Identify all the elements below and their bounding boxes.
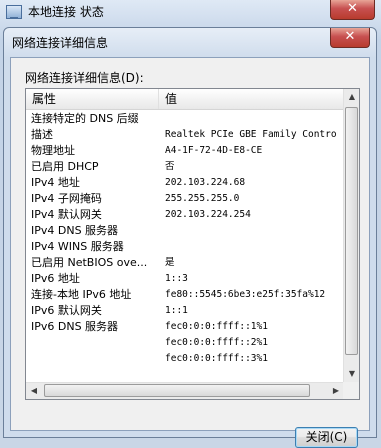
property-cell: IPv4 地址	[31, 176, 80, 189]
dialog-client-area: 网络连接详细信息(D): 属性 值 连接特定的 DNS 后缀 描述 Realtek …	[10, 57, 370, 448]
property-cell: IPv4 WINS 服务器	[31, 240, 124, 253]
list-item[interactable]: IPv4 默认网关 202.103.224.254	[26, 207, 344, 223]
list-item[interactable]: 物理地址 A4-1F-72-4D-E8-CE	[26, 143, 344, 159]
list-item[interactable]: IPv4 DNS 服务器	[26, 223, 344, 239]
property-cell: 描述	[31, 128, 53, 141]
scroll-right-icon[interactable]: ▶	[328, 383, 344, 399]
dialog-close-icon-button[interactable]: ✕	[330, 28, 370, 48]
vertical-scroll-thumb[interactable]	[345, 107, 358, 355]
list-header: 属性 值	[26, 89, 344, 110]
network-details-dialog: 网络连接详细信息 ✕ 网络连接详细信息(D): 属性 值 连接特定的 DNS 后…	[3, 27, 377, 448]
property-cell: 物理地址	[31, 144, 75, 157]
network-connection-icon	[6, 5, 22, 19]
list-item[interactable]: IPv6 DNS 服务器 fec0:0:0:ffff::1%1	[26, 319, 344, 335]
value-cell: fec0:0:0:ffff::3%1	[165, 353, 268, 364]
horizontal-scroll-thumb[interactable]	[44, 384, 310, 397]
list-item[interactable]: 连接-本地 IPv6 地址 fe80::5545:6be3:e25f:35fa%1…	[26, 287, 344, 303]
value-cell: fec0:0:0:ffff::2%1	[165, 337, 268, 348]
property-cell: IPv6 DNS 服务器	[31, 320, 119, 333]
property-cell: 已启用 DHCP	[31, 160, 99, 173]
property-cell: IPv6 默认网关	[31, 304, 102, 317]
property-cell: IPv4 DNS 服务器	[31, 224, 119, 237]
column-header-property[interactable]: 属性	[26, 89, 159, 109]
horizontal-scrollbar[interactable]: ◀ ▶	[26, 382, 344, 399]
list-item[interactable]: IPv4 地址 202.103.224.68	[26, 175, 344, 191]
list-item[interactable]: fec0:0:0:ffff::3%1	[26, 351, 344, 367]
value-cell: Realtek PCIe GBE Family Contro	[165, 129, 337, 140]
details-label: 网络连接详细信息(D):	[25, 71, 144, 85]
list-item[interactable]: IPv4 WINS 服务器	[26, 239, 344, 255]
scroll-corner	[343, 382, 359, 399]
value-cell: A4-1F-72-4D-E8-CE	[165, 145, 263, 156]
value-cell: 1::3	[165, 273, 188, 284]
property-cell: IPv6 地址	[31, 272, 80, 285]
details-list[interactable]: 属性 值 连接特定的 DNS 后缀 描述 Realtek PCIe GBE Fami…	[25, 88, 360, 400]
list-item[interactable]: 已启用 DHCP 否	[26, 159, 344, 175]
value-cell: 255.255.255.0	[165, 193, 240, 204]
parent-window-title: 本地连接 状态	[28, 5, 104, 19]
vertical-scrollbar[interactable]: ▲ ▼	[343, 89, 359, 382]
list-item[interactable]: 已启用 NetBIOS ove... 是	[26, 255, 344, 271]
value-cell: fe80::5545:6be3:e25f:35fa%12	[165, 289, 326, 300]
value-cell: 1::1	[165, 305, 188, 316]
scroll-left-icon[interactable]: ◀	[26, 383, 42, 399]
list-item[interactable]: IPv6 默认网关 1::1	[26, 303, 344, 319]
list-item[interactable]: fec0:0:0:ffff::2%1	[26, 335, 344, 351]
property-cell: IPv4 子网掩码	[31, 192, 102, 205]
property-cell: 连接特定的 DNS 后缀	[31, 112, 139, 125]
property-cell: 已启用 NetBIOS ove...	[31, 256, 148, 269]
list-item[interactable]: 描述 Realtek PCIe GBE Family Contro	[26, 127, 344, 143]
value-cell: 否	[165, 161, 175, 172]
list-item[interactable]: 连接特定的 DNS 后缀	[26, 111, 344, 127]
list-item[interactable]: IPv4 子网掩码 255.255.255.0	[26, 191, 344, 207]
dialog-title: 网络连接详细信息	[12, 36, 109, 50]
close-button[interactable]: 关闭(C)	[295, 427, 358, 448]
value-cell: 是	[165, 257, 175, 268]
parent-title-bar: 本地连接 状态	[6, 0, 104, 24]
property-cell: IPv4 默认网关	[31, 208, 102, 221]
property-cell: 连接-本地 IPv6 地址	[31, 288, 132, 301]
value-cell: 202.103.224.254	[165, 209, 251, 220]
list-item[interactable]: IPv6 地址 1::3	[26, 271, 344, 287]
list-rows: 连接特定的 DNS 后缀 描述 Realtek PCIe GBE Family Co…	[26, 111, 344, 381]
value-cell: fec0:0:0:ffff::1%1	[165, 321, 268, 332]
value-cell: 202.103.224.68	[165, 177, 246, 188]
scroll-down-icon[interactable]: ▼	[344, 366, 360, 382]
parent-close-button[interactable]: ✕	[330, 0, 375, 20]
column-header-value[interactable]: 值	[159, 89, 344, 109]
scroll-up-icon[interactable]: ▲	[344, 89, 360, 105]
